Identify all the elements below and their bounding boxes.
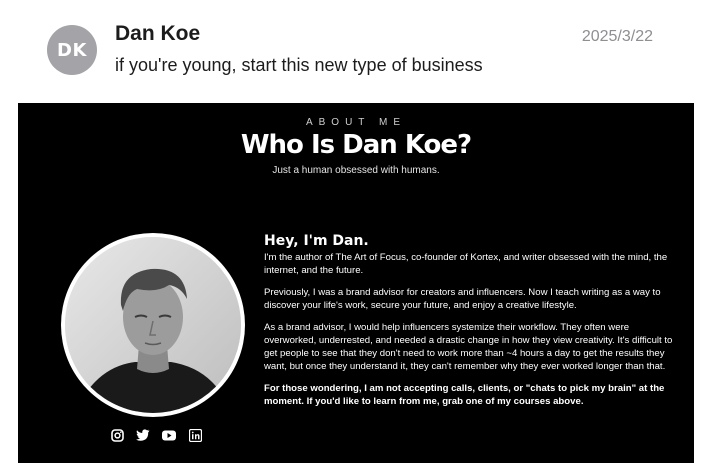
about-content: Hey, I'm Dan. I'm the author of The Art … — [264, 233, 684, 417]
linkedin-icon[interactable] — [188, 428, 202, 442]
avatar[interactable]: DK — [47, 25, 97, 75]
sender-name[interactable]: Dan Koe — [115, 22, 200, 46]
social-links — [110, 428, 202, 442]
portrait-frame — [61, 233, 245, 417]
section-tagline: Just a human obsessed with humans. — [272, 165, 440, 176]
email-date: 2025/3/22 — [581, 28, 653, 45]
email-header: DK Dan Koe 2025/3/22 if you're young, st… — [0, 0, 701, 100]
youtube-icon[interactable] — [162, 428, 176, 442]
email-subject: if you're young, start this new type of … — [115, 55, 483, 75]
greeting-heading: Hey, I'm Dan. — [264, 233, 369, 249]
section-title: Who Is Dan Koe? — [240, 130, 472, 160]
about-paragraph: Previously, I was a brand advisor for cr… — [264, 287, 661, 311]
about-paragraph: As a brand advisor, I would help influen… — [264, 322, 673, 372]
instagram-icon[interactable] — [110, 428, 124, 442]
notice-paragraph: For those wondering, I am not accepting … — [264, 383, 665, 407]
about-paragraph: I'm the author of The Art of Focus, co-f… — [264, 252, 668, 276]
about-me-banner: ABOUT ME Who Is Dan Koe? Just a human ob… — [18, 103, 694, 463]
portrait-photo — [65, 237, 241, 413]
twitter-icon[interactable] — [136, 428, 150, 442]
section-eyebrow: ABOUT ME — [305, 117, 407, 128]
